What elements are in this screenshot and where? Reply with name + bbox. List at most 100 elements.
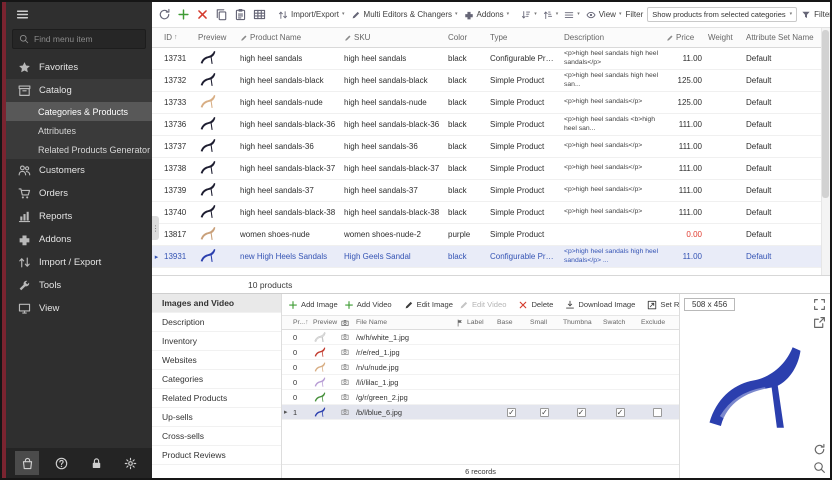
add-product-button[interactable] [175, 6, 192, 23]
add-image-button[interactable]: Add Image [286, 298, 340, 312]
product-row[interactable]: 13732high heel sandals-blackhigh heel sa… [152, 70, 830, 92]
sidebar-search[interactable] [12, 29, 146, 49]
column-header-price[interactable]: Price [663, 28, 705, 47]
row-layout-button[interactable]: ▾ [562, 8, 582, 22]
tab-cross-sells[interactable]: Cross-sells [152, 427, 281, 446]
column-header-attribute-set-name[interactable]: Attribute Set Name [743, 28, 821, 47]
add-video-button[interactable]: Add Video [342, 298, 394, 312]
category-filter-select[interactable]: Show products from selected categories▾ [647, 7, 797, 22]
fullscreen-icon[interactable] [813, 298, 826, 311]
sort-descending-button[interactable]: ▾ [541, 8, 561, 22]
media-row[interactable]: 0/w/h/white_1.jpg [282, 330, 679, 345]
column-header-description[interactable]: Description [561, 28, 663, 47]
media-row[interactable]: 0/r/e/red_1.jpg [282, 345, 679, 360]
delete-product-button[interactable] [194, 6, 211, 23]
product-row[interactable]: 13738high heel sandals-black-37high heel… [152, 158, 830, 180]
tab-related-products[interactable]: Related Products [152, 389, 281, 408]
tab-product-reviews[interactable]: Product Reviews [152, 446, 281, 465]
media-row[interactable]: 0/l/i/lilac_1.jpg [282, 375, 679, 390]
edit-image-button[interactable]: Edit Image [402, 298, 455, 312]
sidebar-item-favorites[interactable]: Favorites [6, 56, 152, 79]
settings-button[interactable] [119, 451, 143, 475]
product-row[interactable]: 13737high heel sandals-36high heel sanda… [152, 136, 830, 158]
tab-inventory[interactable]: Inventory [152, 332, 281, 351]
multi-editors-changers-dropdown[interactable]: Multi Editors & Changers▾ [349, 8, 460, 22]
external-link-icon[interactable] [813, 316, 826, 329]
addons-dropdown[interactable]: Addons▾ [462, 8, 512, 22]
media-column-header-label[interactable]: Label [465, 319, 495, 326]
store-button[interactable] [15, 451, 39, 475]
column-header-sku[interactable]: SKU [341, 28, 445, 47]
tab-websites[interactable]: Websites [152, 351, 281, 370]
media-row[interactable]: 0/n/u/nude.jpg [282, 360, 679, 375]
sidebar-item-customers[interactable]: Customers [6, 159, 152, 182]
media-column-header-file-name[interactable]: File Name [354, 319, 454, 326]
copy-button[interactable] [213, 6, 230, 23]
sidebar-item-orders[interactable]: Orders [6, 182, 152, 205]
sidebar-item-view[interactable]: View [6, 297, 152, 320]
row-expander-icon[interactable]: ▸ [152, 253, 161, 261]
small-checkbox[interactable]: ✓ [540, 408, 549, 417]
lock-button[interactable] [84, 451, 108, 475]
product-row[interactable]: 13733high heel sandals-nudehigh heel san… [152, 92, 830, 114]
row-expander-icon[interactable]: ▸ [282, 408, 291, 416]
media-row[interactable]: ▸1/b/l/blue_6.jpg✓✓✓✓ [282, 405, 679, 420]
sidebar-item-related-products-generator[interactable]: Related Products Generator [6, 140, 152, 159]
media-column-header-preview[interactable]: Preview [311, 319, 339, 326]
refresh-button[interactable] [156, 6, 173, 23]
product-row[interactable]: ▸13931new High Heels SandalsHigh Geels S… [152, 246, 830, 268]
sidebar-item-reports[interactable]: Reports [6, 205, 152, 228]
column-header-weight[interactable]: Weight [705, 28, 743, 47]
sort-ascending-button[interactable]: ▾ [519, 8, 539, 22]
product-row[interactable]: 13739high heel sandals-37high heel sanda… [152, 180, 830, 202]
product-row[interactable]: 13740high heel sandals-black-38high heel… [152, 202, 830, 224]
sidebar-item-addons[interactable]: Addons [6, 228, 152, 251]
sidebar-item-import-export[interactable]: Import / Export [6, 251, 152, 274]
tab-up-sells[interactable]: Up-sells [152, 408, 281, 427]
paste-button[interactable] [232, 6, 249, 23]
scrollbar-thumb[interactable] [822, 30, 829, 198]
base-checkbox[interactable]: ✓ [507, 408, 516, 417]
magnifier-icon[interactable] [813, 461, 826, 474]
media-column-header-swatch[interactable]: Swatch [601, 319, 639, 326]
menu-search-input[interactable] [34, 34, 139, 44]
media-column-header-thumbna[interactable]: Thumbna [561, 319, 601, 326]
view-dropdown[interactable]: View▾ [584, 8, 624, 22]
column-header-product-name[interactable]: Product Name [237, 28, 341, 47]
filters-dropdown[interactable]: Filters▾ [799, 8, 832, 22]
rotate-icon[interactable] [813, 443, 826, 456]
download-image-button[interactable]: Download Image [563, 298, 637, 312]
product-row[interactable]: 13817women shoes-nudewomen shoes-nude-2p… [152, 224, 830, 246]
columns-button[interactable] [251, 6, 268, 23]
product-row[interactable]: 13736high heel sandals-black-36high heel… [152, 114, 830, 136]
column-header-type[interactable]: Type [487, 28, 561, 47]
tab-categories[interactable]: Categories [152, 370, 281, 389]
products-scrollbar[interactable] [821, 28, 830, 275]
exclude-checkbox[interactable] [653, 408, 662, 417]
sidebar-item-tools[interactable]: Tools [6, 274, 152, 297]
tab-images-and-video[interactable]: Images and Video [152, 294, 281, 313]
menu-toggle-button[interactable] [6, 2, 152, 26]
help-button[interactable] [50, 451, 74, 475]
column-header-id[interactable]: ID↑ [161, 28, 195, 47]
thumbnail-checkbox[interactable]: ✓ [577, 408, 586, 417]
media-row[interactable]: 0/g/r/green_2.jpg [282, 390, 679, 405]
set-resize-rule-button[interactable]: Set Resize Rule [645, 298, 679, 312]
import-export-dropdown[interactable]: Import/Export▾ [276, 8, 347, 22]
media-column-header-flag[interactable] [454, 319, 465, 327]
media-column-header-exclude[interactable]: Exclude [639, 319, 676, 326]
column-header-preview[interactable]: Preview [195, 28, 237, 47]
media-column-header-camera[interactable] [339, 319, 354, 327]
media-column-header-pr[interactable]: Pr...↑ [291, 319, 311, 326]
tab-description[interactable]: Description [152, 313, 281, 332]
media-column-header-base[interactable]: Base [495, 319, 528, 326]
product-row[interactable]: 13731high heel sandalshigh heel sandalsb… [152, 48, 830, 70]
column-header-color[interactable]: Color [445, 28, 487, 47]
sidebar-item-catalog[interactable]: Catalog [6, 79, 152, 102]
swatch-checkbox[interactable]: ✓ [616, 408, 625, 417]
sidebar-item-attributes[interactable]: Attributes [6, 121, 152, 140]
media-column-header-small[interactable]: Small [528, 319, 561, 326]
delete-button[interactable]: Delete [516, 298, 555, 312]
panel-splitter-handle[interactable]: ⋮ [152, 216, 159, 240]
sidebar-item-categories-products[interactable]: Categories & Products [6, 102, 152, 121]
